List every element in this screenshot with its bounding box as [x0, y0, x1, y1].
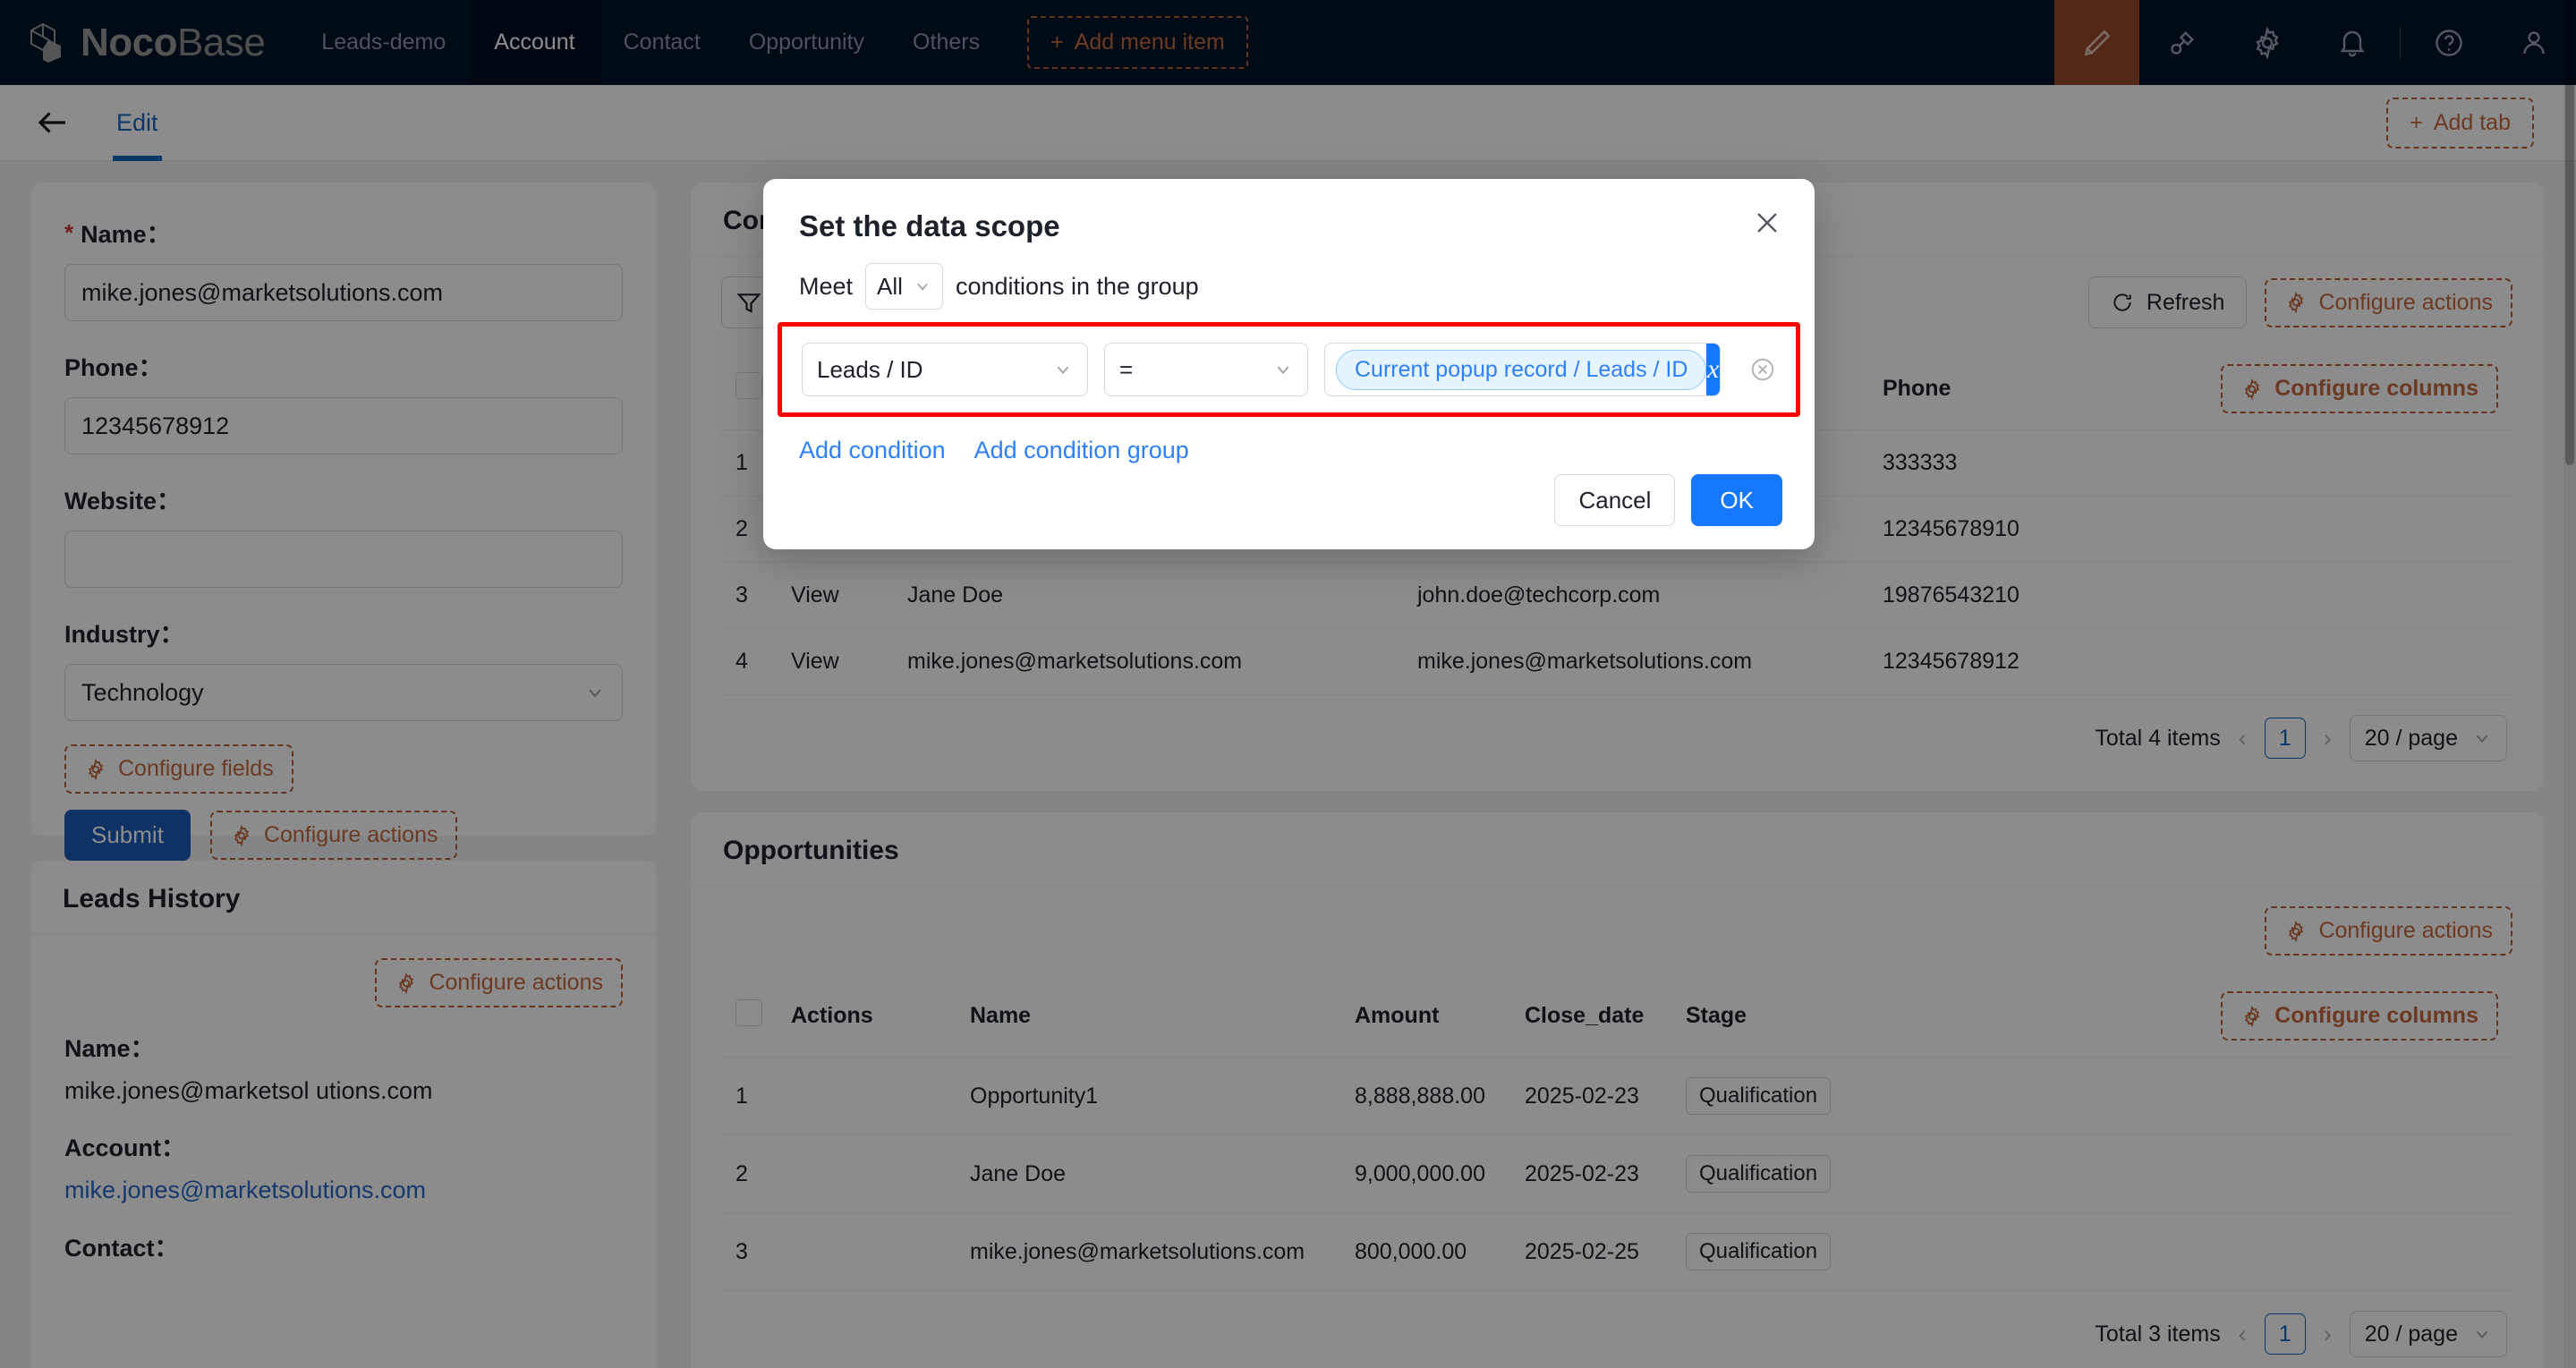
set-data-scope-dialog: Set the data scope Meet All conditions i…: [763, 179, 1815, 549]
ok-button[interactable]: OK: [1691, 474, 1782, 526]
meet-suffix-label: conditions in the group: [956, 273, 1199, 301]
dialog-footer: Cancel OK: [1554, 474, 1782, 526]
chevron-down-icon: [1273, 360, 1293, 379]
condition-field-select[interactable]: Leads / ID: [802, 343, 1088, 396]
add-condition-link[interactable]: Add condition: [799, 437, 946, 464]
dialog-title: Set the data scope: [763, 179, 1815, 243]
chevron-down-icon: [1053, 360, 1073, 379]
cancel-button[interactable]: Cancel: [1554, 474, 1675, 526]
close-icon[interactable]: [1747, 202, 1788, 243]
condition-value-input[interactable]: Current popup record / Leads / ID x: [1324, 343, 1721, 396]
page-scrollbar[interactable]: [2563, 0, 2576, 1368]
variable-toggle-button[interactable]: x: [1706, 344, 1720, 395]
condition-operator-select[interactable]: =: [1104, 343, 1308, 396]
scrollbar-thumb[interactable]: [2565, 0, 2574, 465]
meet-prefix-label: Meet: [799, 273, 853, 301]
chevron-down-icon: [914, 277, 931, 295]
remove-condition-icon[interactable]: [1749, 356, 1776, 383]
add-condition-group-link[interactable]: Add condition group: [974, 437, 1189, 464]
variable-chip[interactable]: Current popup record / Leads / ID: [1336, 350, 1706, 390]
match-type-select[interactable]: All: [865, 263, 943, 310]
match-type-row: Meet All conditions in the group: [763, 243, 1815, 310]
condition-row-highlight: Leads / ID = Current popup record / Lead…: [778, 322, 1800, 417]
condition-actions: Add condition Add condition group: [763, 417, 1815, 464]
